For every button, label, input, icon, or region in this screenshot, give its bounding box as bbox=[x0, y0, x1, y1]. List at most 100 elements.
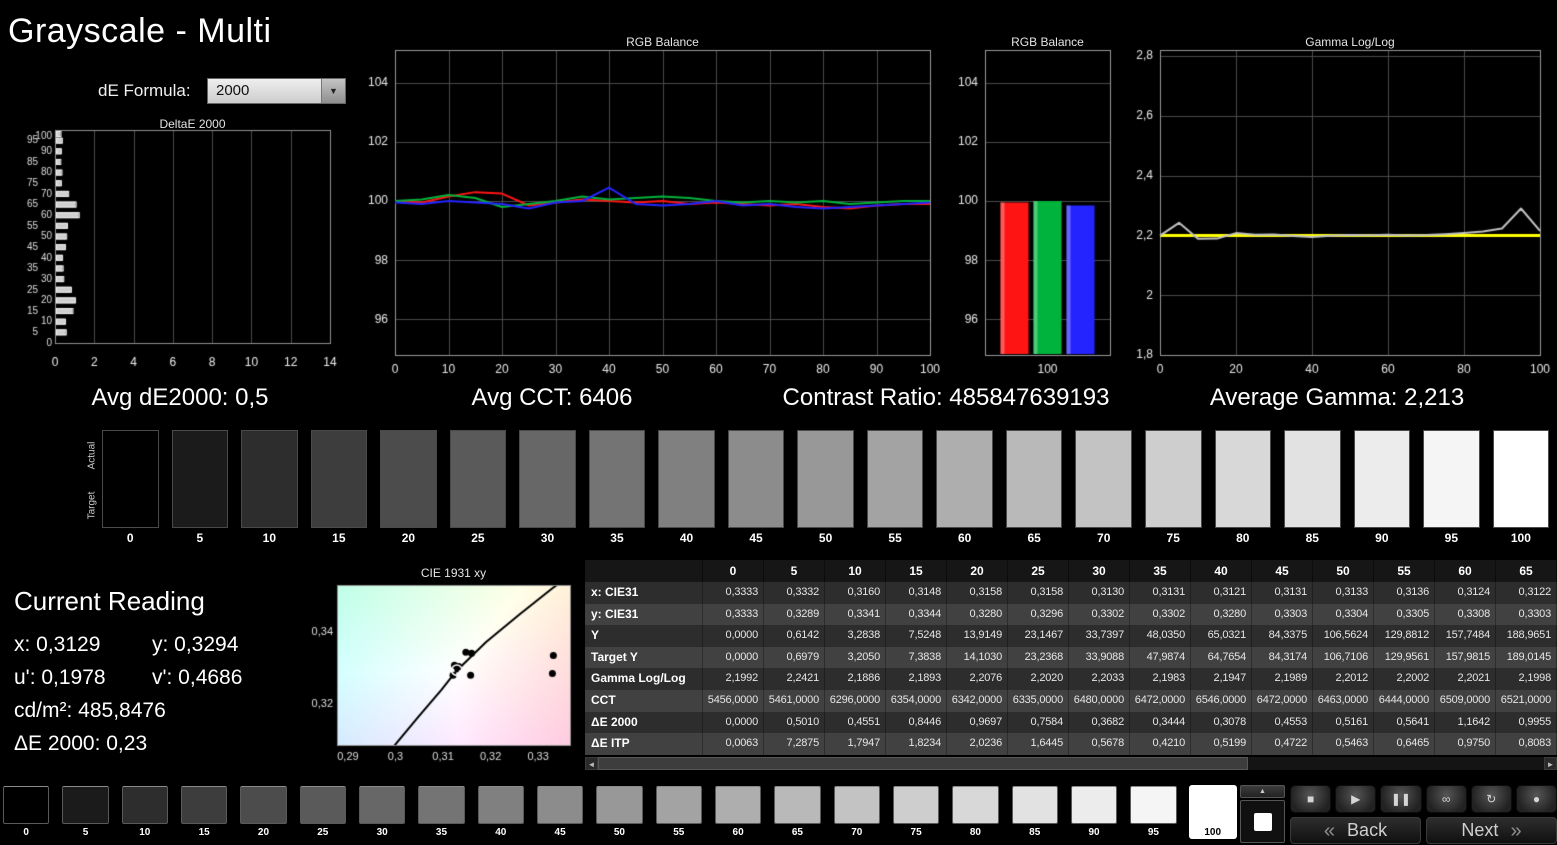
table-cell: 0,3302 bbox=[1130, 603, 1191, 626]
table-cell: 0,3332 bbox=[764, 582, 825, 604]
stat-avg-de2000: Avg dE2000: 0,5 bbox=[91, 384, 269, 411]
next-button[interactable]: Next » bbox=[1426, 817, 1557, 844]
patch-swatch bbox=[240, 786, 287, 824]
swatch-label: 50 bbox=[818, 531, 833, 545]
table-cell: 2,2020 bbox=[1008, 668, 1069, 690]
table-cell: 14,1030 bbox=[947, 646, 1008, 669]
table-cell: 0,3341 bbox=[825, 603, 886, 626]
table-cell: 2,1893 bbox=[886, 668, 947, 690]
patch-swatch bbox=[714, 786, 762, 824]
record-button[interactable]: ● bbox=[1515, 785, 1557, 813]
table-cell: 0,5199 bbox=[1191, 733, 1252, 755]
table-cell: 6480,0000 bbox=[1069, 689, 1130, 712]
back-button[interactable]: « Back bbox=[1290, 817, 1421, 844]
table-cell: 2,1947 bbox=[1191, 668, 1252, 690]
table-cell: 0,0063 bbox=[703, 733, 764, 755]
table-cell: 0,3305 bbox=[1374, 603, 1435, 626]
patch-button-90[interactable]: 90 bbox=[1070, 785, 1118, 839]
table-cell: 1,7947 bbox=[825, 733, 886, 755]
swatch-fill bbox=[449, 430, 507, 528]
table-row-label: x: CIE31 bbox=[585, 582, 703, 604]
swatch-label: 10 bbox=[262, 531, 276, 545]
patch-button-40[interactable]: 40 bbox=[477, 785, 525, 839]
patch-preview-button[interactable] bbox=[1240, 800, 1285, 843]
patch-button-50[interactable]: 50 bbox=[595, 785, 643, 839]
patch-button-65[interactable]: 65 bbox=[773, 785, 821, 839]
patch-button-70[interactable]: 70 bbox=[833, 785, 881, 839]
patch-swatch bbox=[833, 786, 880, 824]
patch-button-60[interactable]: 60 bbox=[714, 785, 762, 839]
patch-button-55[interactable]: 55 bbox=[655, 785, 703, 839]
table-cell: 6444,0000 bbox=[1374, 689, 1435, 712]
patch-button-30[interactable]: 30 bbox=[358, 785, 406, 839]
table-cell: 0,4210 bbox=[1130, 733, 1191, 755]
table-cell: 2,1886 bbox=[825, 668, 886, 690]
table-cell: 0,3158 bbox=[1008, 582, 1069, 604]
grayscale-swatch-95: 95 bbox=[1423, 430, 1480, 545]
rgb-line-chart-title: RGB Balance bbox=[626, 35, 699, 49]
swatch-fill bbox=[1423, 430, 1480, 528]
stop-button[interactable]: ■ bbox=[1290, 785, 1332, 813]
grayscale-swatch-20: 20 bbox=[380, 430, 437, 545]
swatch-label: 0 bbox=[126, 531, 134, 545]
scrollbar-track[interactable] bbox=[598, 757, 1544, 770]
patch-scroll-up-button[interactable]: ▲ bbox=[1240, 785, 1285, 798]
swatch-fill bbox=[1284, 430, 1341, 528]
swatch-label: 20 bbox=[401, 531, 416, 545]
patch-button-100[interactable]: 100 bbox=[1188, 785, 1237, 839]
app-window: Grayscale - Multi dE Formula: 2000 ▼ Del… bbox=[0, 0, 1557, 845]
scroll-right-icon: ► bbox=[1546, 760, 1555, 769]
table-cell: 0,7584 bbox=[1008, 711, 1069, 734]
patch-button-35[interactable]: 35 bbox=[417, 785, 465, 839]
patch-button-75[interactable]: 75 bbox=[892, 785, 940, 839]
table-cell: 0,4722 bbox=[1252, 733, 1313, 755]
swatch-label: 5 bbox=[196, 531, 204, 545]
patch-button-10[interactable]: 10 bbox=[121, 785, 169, 839]
grayscale-swatch-75: 75 bbox=[1144, 430, 1202, 545]
reading-xy-row: x: 0,3129 y: 0,3294 bbox=[14, 633, 314, 657]
de-formula-dropdown[interactable]: 2000 ▼ bbox=[207, 78, 346, 104]
table-col-header: 35 bbox=[1130, 560, 1191, 582]
patch-button-5[interactable]: 5 bbox=[61, 785, 109, 839]
loop-button[interactable]: ↻ bbox=[1470, 785, 1512, 813]
patch-button-95[interactable]: 95 bbox=[1129, 785, 1177, 839]
pause-button[interactable]: ❚❚ bbox=[1380, 785, 1422, 813]
swatch-label: 30 bbox=[540, 531, 555, 545]
table-cell: 0,9750 bbox=[1435, 733, 1496, 755]
patch-button-85[interactable]: 85 bbox=[1011, 785, 1059, 839]
patch-button-15[interactable]: 15 bbox=[180, 785, 228, 839]
reading-v: v': 0,4686 bbox=[152, 666, 243, 689]
cie-chart-title: CIE 1931 xy bbox=[420, 566, 487, 580]
patch-button-0[interactable]: 0 bbox=[2, 785, 50, 839]
grayscale-swatch-15: 15 bbox=[310, 430, 368, 545]
swatch-fill bbox=[1214, 430, 1272, 528]
patch-label: 85 bbox=[1029, 827, 1041, 838]
table-cell: 0,9955 bbox=[1496, 711, 1557, 734]
patch-button-20[interactable]: 20 bbox=[239, 785, 287, 839]
patch-button-25[interactable]: 25 bbox=[299, 785, 347, 839]
white-patch-icon bbox=[1253, 812, 1272, 831]
patch-button-80[interactable]: 80 bbox=[951, 785, 999, 839]
table-cell: 0,3133 bbox=[1313, 582, 1374, 604]
table-cell: 0,5161 bbox=[1313, 711, 1374, 734]
gamma-canvas bbox=[1125, 45, 1557, 375]
swatch-label: 55 bbox=[888, 531, 902, 545]
patch-button-45[interactable]: 45 bbox=[536, 785, 584, 839]
stat-avg-cct: Avg CCT: 6406 bbox=[471, 384, 633, 411]
table-cell: 0,3682 bbox=[1069, 711, 1130, 734]
grayscale-swatch-10: 10 bbox=[241, 430, 298, 545]
strip-axis-labels: Actual Target bbox=[84, 430, 99, 530]
table-cell: 0,5641 bbox=[1374, 711, 1435, 734]
table-col-header: 50 bbox=[1313, 560, 1374, 582]
table-cell: 2,2033 bbox=[1069, 668, 1130, 690]
table-cell: 0,0000 bbox=[703, 625, 764, 647]
table-cell: 0,3333 bbox=[703, 582, 764, 604]
scrollbar-thumb[interactable] bbox=[598, 757, 1248, 770]
table-cell: 23,1467 bbox=[1008, 625, 1069, 647]
scroll-left-button[interactable]: ◄ bbox=[585, 757, 598, 770]
scroll-right-button[interactable]: ► bbox=[1544, 757, 1557, 770]
grayscale-swatch-35: 35 bbox=[588, 430, 646, 545]
continuous-button[interactable]: ∞ bbox=[1425, 785, 1467, 813]
play-button[interactable]: ▶ bbox=[1335, 785, 1377, 813]
table-cell: 0,3303 bbox=[1252, 603, 1313, 626]
